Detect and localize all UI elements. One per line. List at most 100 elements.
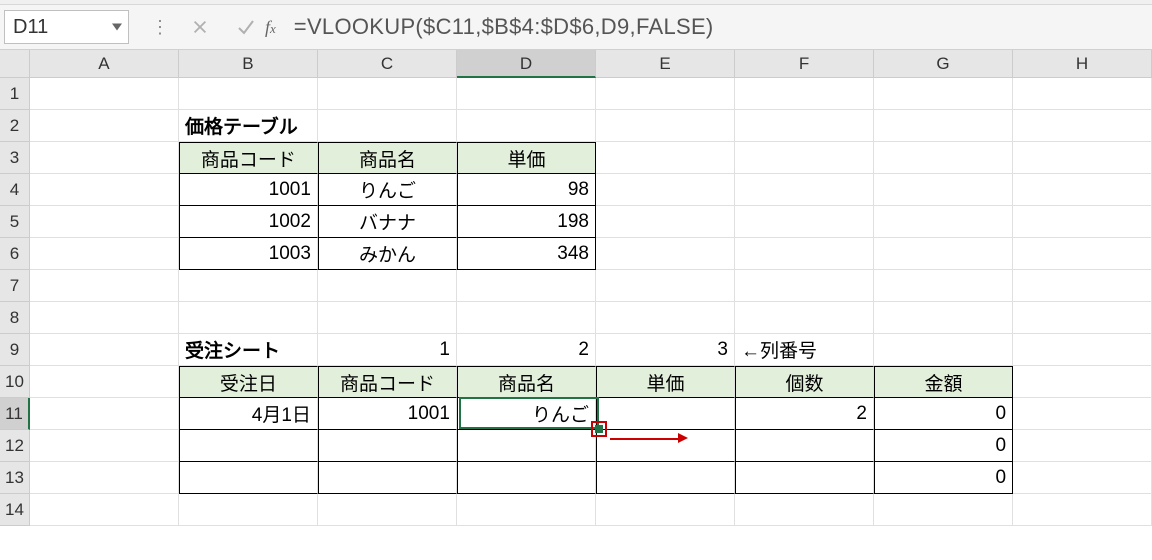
confirm-formula-button[interactable] — [235, 16, 257, 38]
cell-D1[interactable] — [457, 78, 596, 110]
cell-C1[interactable] — [318, 78, 457, 110]
cell-E6[interactable] — [596, 238, 735, 270]
cell-G12[interactable]: 0 — [874, 430, 1013, 462]
cell-D13[interactable] — [457, 462, 596, 494]
cell-E7[interactable] — [596, 270, 735, 302]
cell-H5[interactable] — [1013, 206, 1152, 238]
cell-G10[interactable]: 金額 — [874, 366, 1013, 398]
cell-C7[interactable] — [318, 270, 457, 302]
row-header-12[interactable]: 12 — [0, 430, 30, 462]
cell-G9[interactable] — [874, 334, 1013, 366]
fx-icon[interactable]: fx — [265, 17, 276, 38]
cell-C10[interactable]: 商品コード — [318, 366, 457, 398]
cell-H12[interactable] — [1013, 430, 1152, 462]
cell-C8[interactable] — [318, 302, 457, 334]
cell-F4[interactable] — [735, 174, 874, 206]
cell-D11[interactable]: りんご — [457, 398, 596, 430]
cell-E12[interactable] — [596, 430, 735, 462]
cell-A13[interactable] — [30, 462, 179, 494]
cell-B10[interactable]: 受注日 — [179, 366, 318, 398]
row-header-11[interactable]: 11 — [0, 398, 30, 430]
cell-H14[interactable] — [1013, 494, 1152, 526]
cell-A3[interactable] — [30, 142, 179, 174]
cell-B12[interactable] — [179, 430, 318, 462]
cell-C12[interactable] — [318, 430, 457, 462]
cell-E5[interactable] — [596, 206, 735, 238]
chevron-down-icon[interactable] — [112, 24, 122, 31]
column-header-G[interactable]: G — [874, 50, 1013, 78]
cell-H4[interactable] — [1013, 174, 1152, 206]
cell-D6[interactable]: 348 — [457, 238, 596, 270]
cell-C5[interactable]: バナナ — [318, 206, 457, 238]
cell-F7[interactable] — [735, 270, 874, 302]
cell-A8[interactable] — [30, 302, 179, 334]
cell-C3[interactable]: 商品名 — [318, 142, 457, 174]
cell-G7[interactable] — [874, 270, 1013, 302]
cell-F14[interactable] — [735, 494, 874, 526]
cell-B14[interactable] — [179, 494, 318, 526]
column-header-E[interactable]: E — [596, 50, 735, 78]
cell-G8[interactable] — [874, 302, 1013, 334]
cell-A1[interactable] — [30, 78, 179, 110]
cell-E4[interactable] — [596, 174, 735, 206]
cell-B6[interactable]: 1003 — [179, 238, 318, 270]
column-header-C[interactable]: C — [318, 50, 457, 78]
cell-C4[interactable]: りんご — [318, 174, 457, 206]
cell-E9[interactable]: 3 — [596, 334, 735, 366]
column-header-H[interactable]: H — [1013, 50, 1152, 78]
row-header-1[interactable]: 1 — [0, 78, 30, 110]
column-header-B[interactable]: B — [179, 50, 318, 78]
row-header-14[interactable]: 14 — [0, 494, 30, 526]
cell-A6[interactable] — [30, 238, 179, 270]
cell-H11[interactable] — [1013, 398, 1152, 430]
cell-E10[interactable]: 単価 — [596, 366, 735, 398]
cell-F12[interactable] — [735, 430, 874, 462]
cell-F2[interactable] — [735, 110, 874, 142]
column-header-F[interactable]: F — [735, 50, 874, 78]
cell-A14[interactable] — [30, 494, 179, 526]
name-box[interactable]: D11 — [4, 10, 129, 44]
row-header-6[interactable]: 6 — [0, 238, 30, 270]
cell-B2[interactable]: 価格テーブル — [179, 110, 318, 142]
cell-H2[interactable] — [1013, 110, 1152, 142]
cell-A4[interactable] — [30, 174, 179, 206]
cell-H8[interactable] — [1013, 302, 1152, 334]
cell-B8[interactable] — [179, 302, 318, 334]
cell-G5[interactable] — [874, 206, 1013, 238]
cell-G2[interactable] — [874, 110, 1013, 142]
row-header-4[interactable]: 4 — [0, 174, 30, 206]
cell-F1[interactable] — [735, 78, 874, 110]
cell-H1[interactable] — [1013, 78, 1152, 110]
cell-B13[interactable] — [179, 462, 318, 494]
row-header-3[interactable]: 3 — [0, 142, 30, 174]
cell-B1[interactable] — [179, 78, 318, 110]
row-header-8[interactable]: 8 — [0, 302, 30, 334]
cell-D5[interactable]: 198 — [457, 206, 596, 238]
cell-H10[interactable] — [1013, 366, 1152, 398]
column-header-D[interactable]: D — [457, 50, 596, 78]
cell-G13[interactable]: 0 — [874, 462, 1013, 494]
cell-H13[interactable] — [1013, 462, 1152, 494]
cell-H9[interactable] — [1013, 334, 1152, 366]
cell-D3[interactable]: 単価 — [457, 142, 596, 174]
cell-G14[interactable] — [874, 494, 1013, 526]
cell-A11[interactable] — [30, 398, 179, 430]
cell-D2[interactable] — [457, 110, 596, 142]
cell-G4[interactable] — [874, 174, 1013, 206]
row-header-2[interactable]: 2 — [0, 110, 30, 142]
cell-D7[interactable] — [457, 270, 596, 302]
row-header-10[interactable]: 10 — [0, 366, 30, 398]
row-header-5[interactable]: 5 — [0, 206, 30, 238]
cell-B7[interactable] — [179, 270, 318, 302]
cell-A9[interactable] — [30, 334, 179, 366]
cell-F13[interactable] — [735, 462, 874, 494]
cell-F3[interactable] — [735, 142, 874, 174]
cell-F9[interactable]: ←列番号 — [735, 334, 874, 366]
cell-C9[interactable]: 1 — [318, 334, 457, 366]
cell-G11[interactable]: 0 — [874, 398, 1013, 430]
cell-C11[interactable]: 1001 — [318, 398, 457, 430]
cell-A7[interactable] — [30, 270, 179, 302]
cell-B4[interactable]: 1001 — [179, 174, 318, 206]
cell-G1[interactable] — [874, 78, 1013, 110]
cell-D10[interactable]: 商品名 — [457, 366, 596, 398]
